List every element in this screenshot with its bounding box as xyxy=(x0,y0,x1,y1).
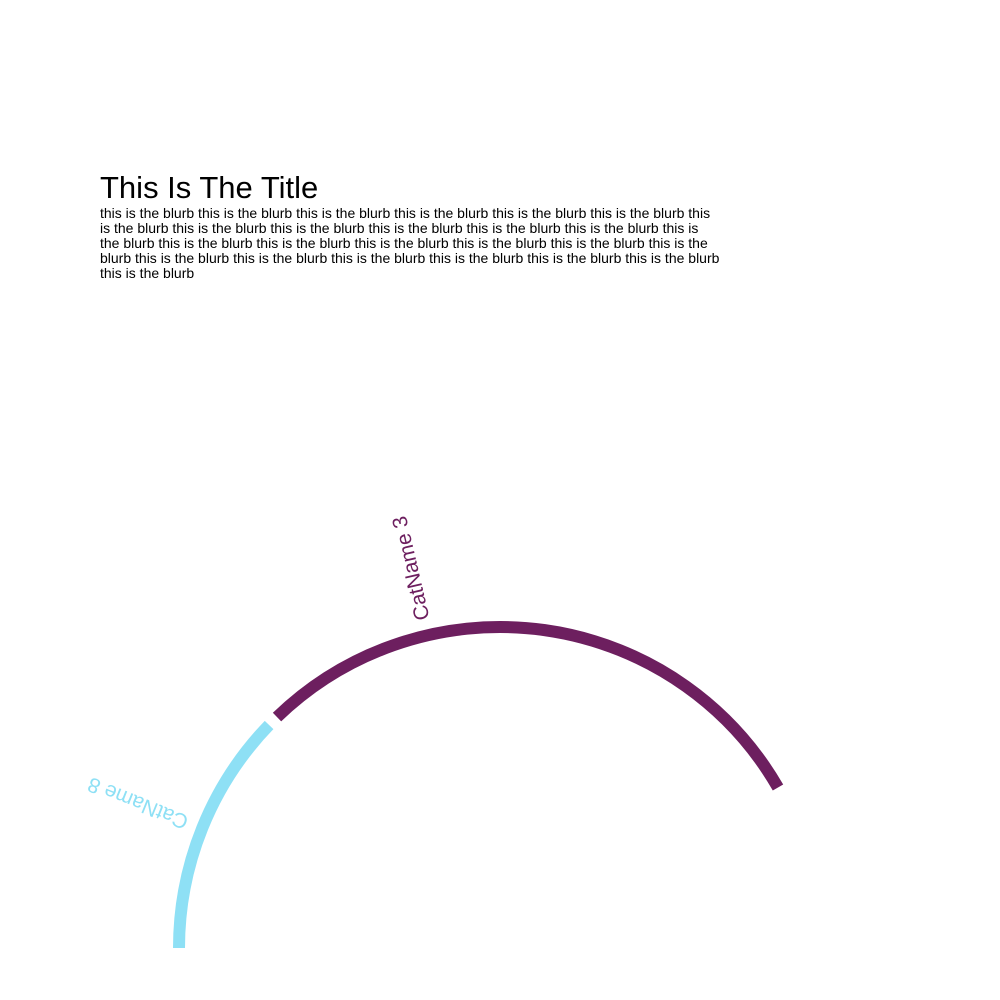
chart-page: This Is The Title this is the blurb this… xyxy=(0,0,1000,1000)
arc-label-catname-8: CatName 8 xyxy=(84,772,191,833)
arc-catname-3 xyxy=(272,621,784,791)
arc-catname-8 xyxy=(173,720,274,949)
radial-arc-chart: CatName 3 CatName 8 xyxy=(84,514,784,949)
arc-label-catname-3: CatName 3 xyxy=(388,514,434,623)
